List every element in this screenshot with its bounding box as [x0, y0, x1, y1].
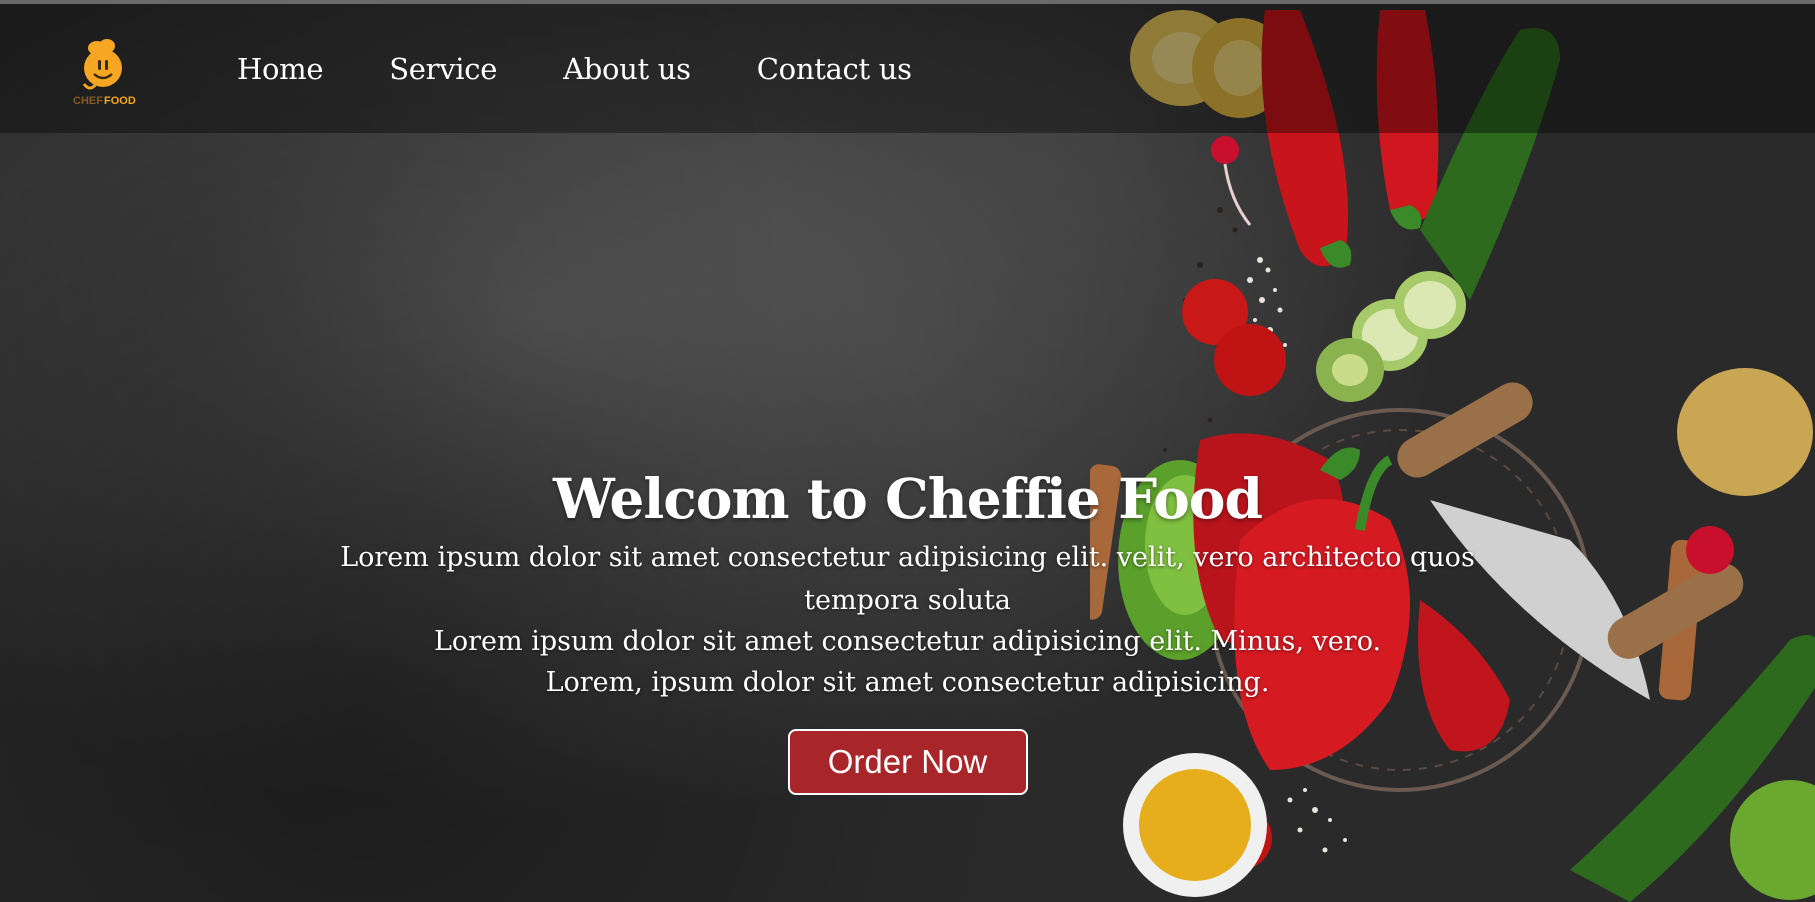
nav-about-link[interactable]: About us [563, 52, 691, 86]
hero-text-line-2: Lorem ipsum dolor sit amet consectetur a… [433, 626, 1382, 657]
chef-food-logo[interactable]: CHEF FOOD [70, 34, 136, 110]
nav-menu: Home Service About us Contact us [237, 52, 978, 86]
hero-title: Welcom to Cheffie Food [553, 466, 1263, 531]
logo-text-chef: CHEF [73, 95, 103, 107]
hero-content: Welcom to Cheffie Food Lorem ipsum dolor… [300, 460, 1515, 795]
hero-text-line-1: Lorem ipsum dolor sit amet consectetur a… [340, 542, 1475, 616]
order-now-button[interactable]: Order Now [787, 729, 1028, 795]
navbar: CHEF FOOD Home Service About us Contact … [0, 4, 1815, 133]
nav-home-link[interactable]: Home [237, 52, 324, 86]
top-border [0, 0, 1815, 4]
hero-text-line-3: Lorem, ipsum dolor sit amet consectetur … [545, 667, 1270, 698]
logo-text-food: FOOD [104, 95, 136, 107]
nav-contact-link[interactable]: Contact us [757, 52, 912, 86]
nav-service-link[interactable]: Service [389, 52, 497, 86]
